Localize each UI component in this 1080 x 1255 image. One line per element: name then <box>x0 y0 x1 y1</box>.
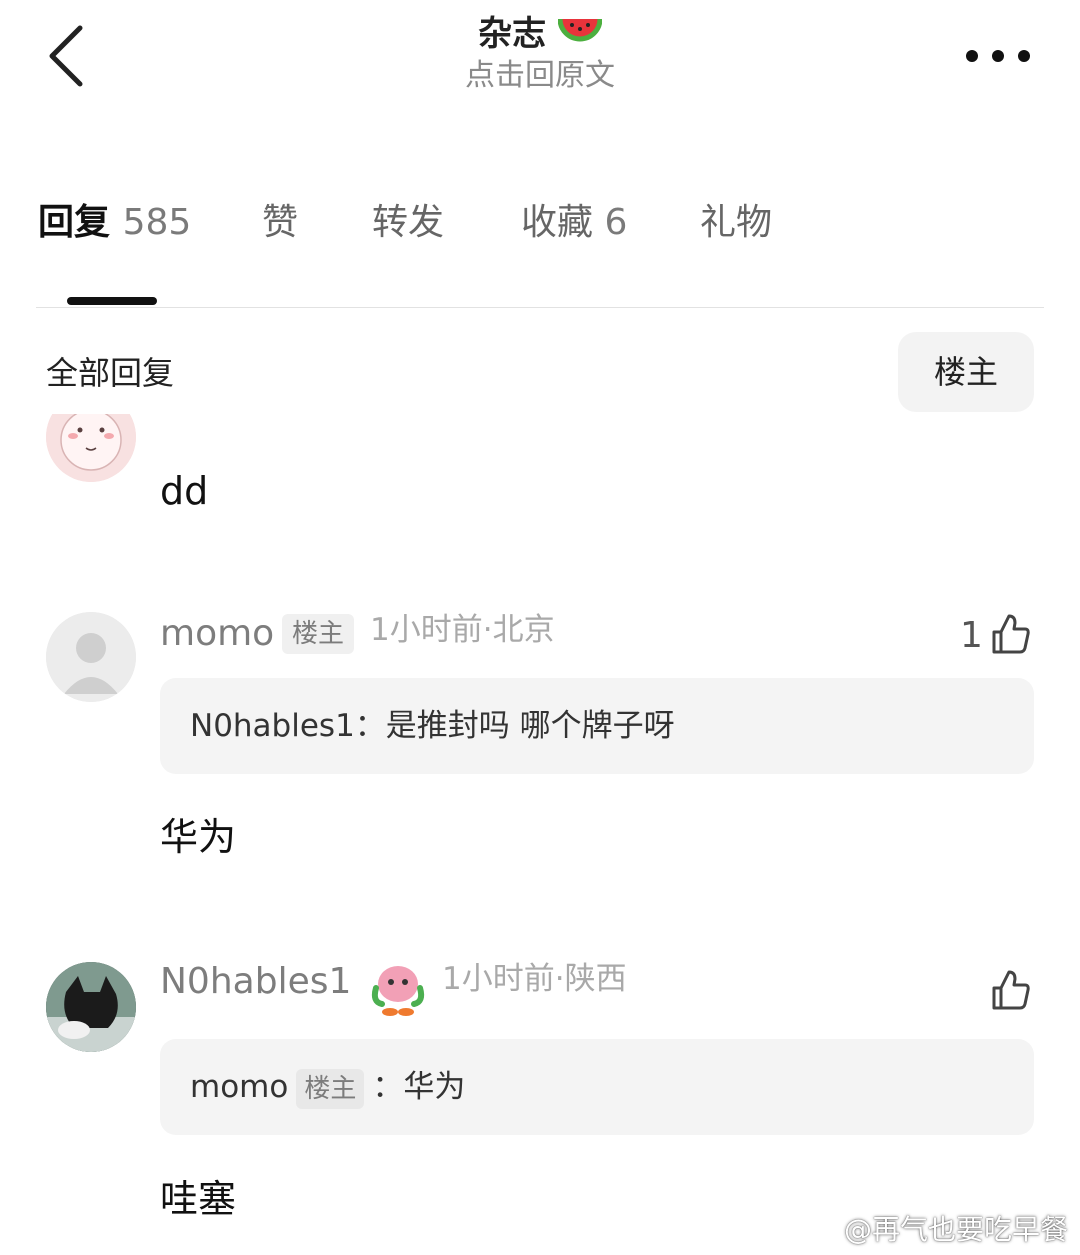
page-title: 杂志 <box>0 12 1080 56</box>
comment-3-body: 哇塞 <box>160 1177 237 1221</box>
tab-label: 回复 <box>38 202 111 243</box>
comment-3-avatar[interactable] <box>46 962 136 1052</box>
comment-2-username[interactable]: momo <box>160 612 274 656</box>
owner-badge: 楼主 <box>282 614 355 654</box>
comment-2-body: 华为 <box>160 815 237 859</box>
active-tab-indicator <box>67 297 157 305</box>
comment-2-meta: 1小时前·北京 <box>370 612 555 648</box>
header-title-block[interactable]: 杂志 点击回原文 <box>0 12 1080 96</box>
more-button[interactable] <box>962 42 1034 70</box>
tab-replies[interactable]: 回复 585 <box>38 196 191 250</box>
tab-reposts[interactable]: 转发 <box>372 196 444 250</box>
more-dots-icon <box>966 50 1030 62</box>
avatar[interactable] <box>46 414 136 482</box>
tab-count: 585 <box>122 202 192 243</box>
owner-only-filter-button[interactable]: 楼主 <box>898 332 1034 412</box>
quote-text: 华为 <box>403 1069 466 1105</box>
tab-label: 转发 <box>372 202 445 243</box>
pink-creature-sticker <box>371 966 425 1016</box>
tab-gifts[interactable]: 礼物 <box>700 196 772 250</box>
watermelon-emoji <box>557 18 603 42</box>
tab-label: 赞 <box>262 202 299 243</box>
tab-favorites[interactable]: 收藏 6 <box>521 196 627 250</box>
comment-2-like-button[interactable] <box>990 612 1032 656</box>
comment-2-avatar[interactable] <box>46 612 136 702</box>
tabs-divider <box>36 307 1044 308</box>
comment-3-like-button[interactable] <box>990 968 1032 1012</box>
user-sticker <box>368 958 428 1018</box>
comment-2-quote: N0hables1：是推封吗 哪个牌子呀 <box>160 678 1034 774</box>
comment-1-avatar-clip <box>46 414 136 484</box>
quote-owner-badge: 楼主 <box>296 1068 365 1109</box>
title-text: 杂志 <box>478 14 547 54</box>
back-to-original-link[interactable]: 点击回原文 <box>0 56 1080 96</box>
comment-2-like-count: 1 <box>960 615 983 656</box>
tab-label: 收藏 <box>521 202 594 243</box>
comment-3-meta: 1小时前·陕西 <box>442 961 627 997</box>
all-replies-label: 全部回复 <box>46 354 175 392</box>
pink-cartoon-avatar <box>46 414 136 482</box>
quote-separator: ： <box>354 708 386 744</box>
thumbs-up-icon <box>992 614 1030 654</box>
quote-username[interactable]: momo <box>160 1069 288 1105</box>
comment-3-username[interactable]: N0hables1 <box>160 960 351 1004</box>
quote-username[interactable]: N0hables1 <box>160 708 355 744</box>
quote-separator: ： <box>372 1069 404 1105</box>
weibo-watermark: @再气也要吃早餐 <box>843 1213 1068 1246</box>
wolf-photo-avatar <box>46 962 136 1052</box>
comment-3-quote: momo 楼主 ：华为 <box>160 1039 1034 1135</box>
thumbs-up-icon <box>992 970 1030 1010</box>
tab-count: 6 <box>604 202 628 243</box>
quote-text: 是推封吗 哪个牌子呀 <box>385 708 675 744</box>
tab-likes[interactable]: 赞 <box>262 196 298 250</box>
comment-1-body: dd <box>160 469 209 513</box>
default-gray-avatar <box>46 612 136 702</box>
tab-label: 礼物 <box>700 202 773 243</box>
